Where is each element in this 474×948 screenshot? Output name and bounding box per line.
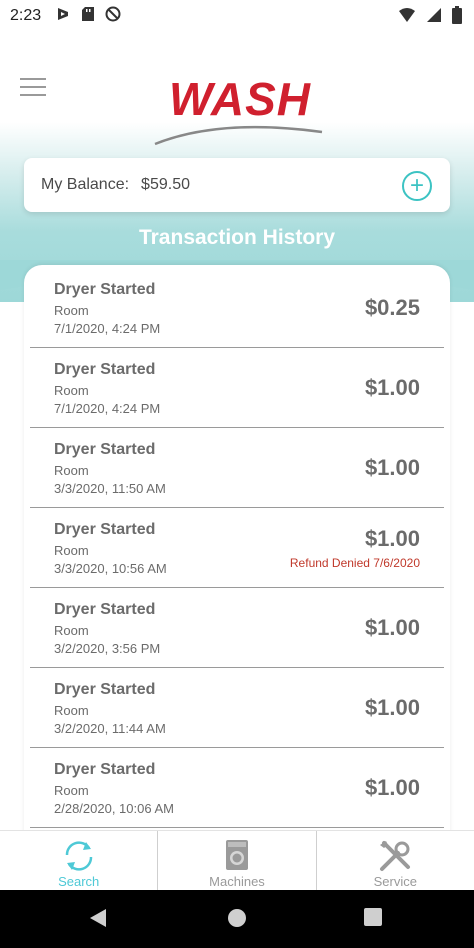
transaction-title: Dryer Started (54, 761, 156, 778)
transaction-title: Dryer Started (54, 361, 156, 378)
svg-text:WASH: WASH (169, 73, 311, 125)
transaction-amount: $1.00 (364, 695, 420, 720)
nav-machines-label: Machines (209, 874, 265, 889)
wifi-icon (398, 7, 416, 28)
wash-logo: WASH (150, 70, 330, 150)
transaction-title: Dryer Started (54, 681, 156, 698)
transaction-room: Room (54, 623, 89, 638)
transaction-room: Room (54, 463, 89, 478)
transaction-date: 7/1/2020, 4:24 PM (54, 321, 161, 336)
bottom-nav: Search Machines Service (0, 830, 474, 890)
system-nav-bar (0, 890, 474, 948)
tools-icon (378, 839, 412, 878)
refund-status: Refund Denied 7/6/2020 (289, 556, 420, 570)
transaction-title: Dryer Started (54, 521, 156, 538)
back-icon[interactable] (88, 908, 108, 933)
play-protect-icon (55, 6, 71, 27)
status-bar: 2:23 (0, 0, 474, 32)
transaction-amount: $1.00 (364, 455, 420, 480)
transaction-amount: $0.25 (364, 295, 420, 320)
transaction-row[interactable]: Dryer Started Room 3/2/2020, 11:44 AM $1… (30, 668, 444, 748)
signal-icon (426, 7, 442, 28)
menu-icon[interactable] (20, 78, 48, 100)
nav-search[interactable]: Search (0, 831, 157, 890)
transaction-date: 3/3/2020, 10:56 AM (54, 561, 167, 576)
refresh-icon (61, 839, 97, 878)
transaction-row[interactable]: Dryer Started Room 7/1/2020, 4:24 PM $0.… (30, 268, 444, 348)
balance-label: My Balance: (41, 176, 130, 193)
transaction-room: Room (54, 703, 89, 718)
transaction-row[interactable]: Dryer Started Room 7/1/2020, 4:24 PM $1.… (30, 348, 444, 428)
transaction-date: 3/2/2020, 11:44 AM (54, 721, 166, 736)
balance-card: My Balance: $59.50 + (24, 158, 450, 212)
status-time: 2:23 (10, 7, 42, 24)
nav-search-label: Search (58, 874, 100, 889)
sd-card-icon (81, 6, 95, 27)
nav-machines[interactable]: Machines (157, 831, 315, 890)
battery-icon (452, 6, 462, 29)
plus-icon: + (409, 172, 424, 199)
transaction-date: 3/2/2020, 3:56 PM (54, 641, 161, 656)
transaction-row[interactable]: Dryer Started Room 3/3/2020, 10:56 AM $1… (30, 508, 444, 588)
do-not-disturb-icon (105, 6, 121, 27)
transaction-amount: $1.00 (364, 375, 420, 400)
transaction-amount: $1.00 (364, 615, 420, 640)
transaction-row[interactable]: Dryer Started Room 3/2/2020, 3:56 PM $1.… (30, 588, 444, 668)
transaction-title: Dryer Started (54, 441, 156, 458)
section-title: Transaction History (138, 226, 336, 249)
transaction-amount: $1.00 (364, 526, 420, 551)
transaction-room: Room (54, 303, 89, 318)
transaction-amount: $1.00 (364, 775, 420, 800)
transaction-row[interactable]: Dryer Started Room 3/3/2020, 11:50 AM $1… (30, 428, 444, 508)
nav-service-label: Service (373, 874, 417, 889)
transaction-row[interactable]: Dryer Started Room 2/28/2020, 10:06 AM $… (30, 748, 444, 828)
transaction-date: 2/28/2020, 10:06 AM (54, 801, 174, 816)
transaction-room: Room (54, 383, 89, 398)
balance-value: $59.50 (141, 176, 190, 193)
nav-service[interactable]: Service (315, 831, 474, 890)
home-icon[interactable] (227, 908, 247, 933)
transaction-room: Room (54, 783, 89, 798)
recents-icon[interactable] (364, 908, 382, 931)
transaction-list: Dryer Started Room 7/1/2020, 4:24 PM $0.… (24, 265, 450, 865)
add-funds-button[interactable]: + (402, 171, 432, 201)
washer-icon (225, 839, 249, 876)
transaction-date: 3/3/2020, 11:50 AM (54, 481, 166, 496)
transaction-room: Room (54, 543, 89, 558)
transaction-title: Dryer Started (54, 281, 156, 298)
transaction-title: Dryer Started (54, 601, 156, 618)
transaction-date: 7/1/2020, 4:24 PM (54, 401, 161, 416)
